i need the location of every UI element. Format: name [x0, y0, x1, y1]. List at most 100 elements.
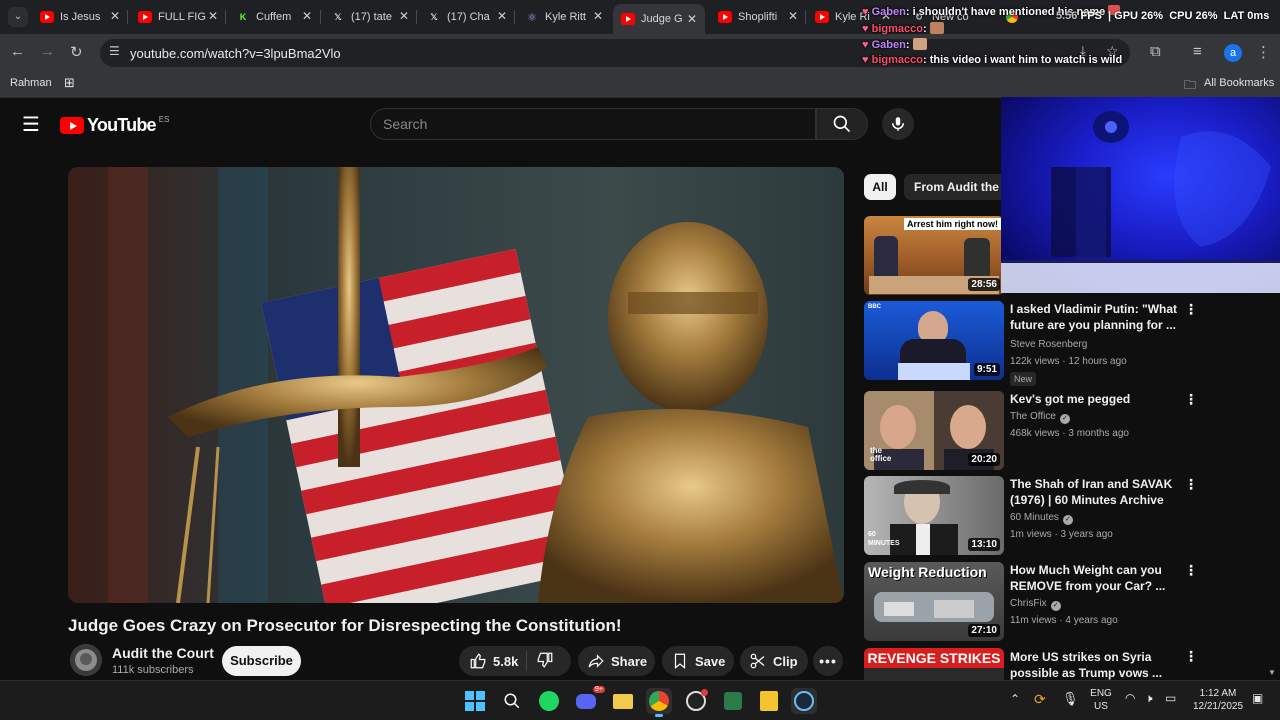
- discord-icon[interactable]: 9+: [573, 686, 605, 714]
- recommendation-item[interactable]: BBC 9:51 I asked Vladimir Putin: "What f…: [864, 301, 1264, 386]
- search-input[interactable]: [383, 116, 783, 132]
- video-thumbnail[interactable]: BBC 9:51: [864, 301, 1004, 380]
- chip-all[interactable]: All: [864, 174, 896, 200]
- recommendation-item[interactable]: the office 20:20 Kev's got me pegged The…: [864, 391, 1264, 471]
- profile-bookmark[interactable]: Rahman: [10, 77, 52, 89]
- recommendation-title[interactable]: I asked Vladimir Putin: "What future are…: [1010, 301, 1180, 333]
- recommendation-channel[interactable]: The Office ✓: [1010, 411, 1070, 424]
- sync-icon[interactable]: ⟳: [1034, 691, 1046, 708]
- channel-avatar[interactable]: [70, 644, 102, 676]
- tab-judge-active[interactable]: Judge G ✕: [613, 4, 705, 34]
- recommendation-channel[interactable]: 60 Minutes ✓: [1010, 512, 1073, 525]
- share-button[interactable]: Share: [578, 646, 655, 676]
- site-info-icon[interactable]: ☰: [109, 44, 120, 58]
- search-icon[interactable]: [499, 688, 525, 714]
- bookmarks-bar: Rahman ⊞ 🗀 All Bookmarks: [0, 72, 1280, 98]
- search-button[interactable]: [816, 108, 868, 140]
- more-actions-button[interactable]: •••: [813, 646, 843, 676]
- clip-button[interactable]: Clip: [740, 646, 808, 676]
- recommendation-title[interactable]: The Shah of Iran and SAVAK (1976) | 60 M…: [1010, 476, 1180, 508]
- tab-search-icon[interactable]: ⌄: [8, 7, 28, 27]
- video-thumbnail[interactable]: 60 MINUTES 13:10: [864, 476, 1004, 555]
- tab-label: FULL FIG: [158, 11, 206, 23]
- spotify-icon[interactable]: [536, 688, 562, 714]
- app-icon[interactable]: [720, 688, 746, 714]
- forward-icon[interactable]: →: [40, 43, 55, 60]
- tab-shoplifting[interactable]: Shoplifti ✕: [718, 6, 798, 28]
- steam-icon[interactable]: [791, 688, 817, 714]
- more-vertical-icon[interactable]: ⋮: [1184, 562, 1198, 579]
- like-button[interactable]: 5.8k: [459, 651, 527, 671]
- notification-icon[interactable]: ▣: [1252, 691, 1263, 705]
- close-icon[interactable]: ✕: [593, 9, 603, 23]
- wifi-icon[interactable]: ◠: [1125, 691, 1135, 705]
- youtube-icon: [718, 11, 732, 23]
- subscribe-button[interactable]: Subscribe: [222, 646, 301, 676]
- app-icon[interactable]: [756, 688, 782, 714]
- recommendation-item[interactable]: REVENGE STRIKES More US strikes on Syria…: [864, 648, 1264, 680]
- tab-is-jesus[interactable]: Is Jesus ✕: [40, 6, 120, 28]
- more-vertical-icon[interactable]: ⋮: [1184, 391, 1198, 408]
- reload-icon[interactable]: ↻: [70, 43, 83, 61]
- youtube-logo[interactable]: YouTube ES: [60, 115, 169, 136]
- language-label: ENG: [1090, 688, 1112, 699]
- chip-from-channel[interactable]: From Audit the C: [904, 174, 1014, 200]
- tab-cuffem[interactable]: K Cuffem ✕: [236, 6, 312, 28]
- tab-tate[interactable]: 𝕏 (17) tate ✕: [331, 6, 409, 28]
- tab-label: Cuffem: [256, 11, 292, 23]
- all-bookmarks[interactable]: All Bookmarks: [1204, 77, 1274, 89]
- close-icon[interactable]: ✕: [208, 9, 218, 23]
- video-thumbnail[interactable]: Weight Reduction 27:10: [864, 562, 1004, 641]
- chevron-up-icon[interactable]: ⌃: [1010, 692, 1020, 706]
- file-explorer-icon[interactable]: [610, 688, 636, 714]
- youtube-icon: [40, 11, 54, 23]
- chrome-icon[interactable]: [646, 688, 672, 717]
- recommendation-item[interactable]: Weight Reduction 27:10 How Much Weight c…: [864, 562, 1264, 642]
- recommendation-title[interactable]: Kev's got me pegged: [1010, 391, 1180, 407]
- recommendation-title[interactable]: More US strikes on Syria possible as Tru…: [1010, 649, 1180, 680]
- voice-search-button[interactable]: [882, 108, 914, 140]
- chat-message: this video i want him to watch is wild: [929, 54, 1123, 66]
- new-badge: New: [1010, 372, 1037, 386]
- clock[interactable]: 1:12 AM 12/21/2025: [1188, 687, 1248, 713]
- apps-grid-icon[interactable]: ⊞: [64, 75, 75, 91]
- speaker-muted-icon[interactable]: 🕨: [1145, 691, 1153, 706]
- close-icon[interactable]: ✕: [110, 9, 120, 23]
- channel-name[interactable]: Audit the Court: [112, 645, 214, 661]
- tab-cha[interactable]: 𝕏 (17) Cha ✕: [427, 6, 507, 28]
- more-vertical-icon[interactable]: ⋮: [1184, 301, 1198, 318]
- dislike-button[interactable]: [527, 651, 560, 672]
- close-icon[interactable]: ✕: [302, 9, 312, 23]
- url-text[interactable]: youtube.com/watch?v=3lpuBma2Vlo: [130, 46, 341, 61]
- tab-kyle-ritt[interactable]: ⚛ Kyle Ritt ✕: [525, 6, 603, 28]
- video-thumbnail[interactable]: REVENGE STRIKES: [864, 648, 1004, 680]
- tab-label: Kyle Ritt: [545, 11, 586, 23]
- scroll-down-arrow-icon[interactable]: ▼: [1268, 668, 1276, 677]
- video-thumbnail[interactable]: the office 20:20: [864, 391, 1004, 470]
- hamburger-menu-icon[interactable]: ☰: [22, 112, 40, 137]
- close-icon[interactable]: ✕: [788, 9, 798, 23]
- save-button[interactable]: Save: [662, 646, 734, 676]
- recommendation-title[interactable]: How Much Weight can you REMOVE from your…: [1010, 562, 1180, 594]
- obs-icon[interactable]: [683, 688, 709, 714]
- video-player[interactable]: [68, 167, 844, 603]
- close-icon[interactable]: ✕: [687, 12, 697, 26]
- more-vertical-icon[interactable]: ⋮: [1184, 648, 1198, 665]
- close-icon[interactable]: ✕: [399, 9, 409, 23]
- back-icon[interactable]: ←: [10, 43, 25, 60]
- more-horizontal-icon: •••: [819, 653, 837, 669]
- tab-full-fig[interactable]: FULL FIG ✕: [138, 6, 218, 28]
- microphone-icon[interactable]: 🎙: [1062, 691, 1079, 707]
- recommendation-channel[interactable]: ChrisFix ✓: [1010, 598, 1061, 611]
- more-vertical-icon[interactable]: ⋮: [1184, 476, 1198, 493]
- recommendation-channel[interactable]: Steve Rosenberg: [1010, 339, 1087, 350]
- recommendation-item[interactable]: 60 MINUTES 13:10 The Shah of Iran and SA…: [864, 476, 1264, 556]
- search-box[interactable]: [370, 108, 816, 140]
- chat-separator: :: [905, 39, 910, 51]
- battery-icon[interactable]: ▭: [1165, 691, 1176, 705]
- input-language[interactable]: ENG US: [1088, 687, 1114, 713]
- video-thumbnail[interactable]: Arrest him right now! 28:56: [864, 216, 1004, 295]
- youtube-wordmark: YouTube: [87, 115, 157, 135]
- windows-start-icon[interactable]: [462, 688, 488, 714]
- close-icon[interactable]: ✕: [497, 9, 507, 23]
